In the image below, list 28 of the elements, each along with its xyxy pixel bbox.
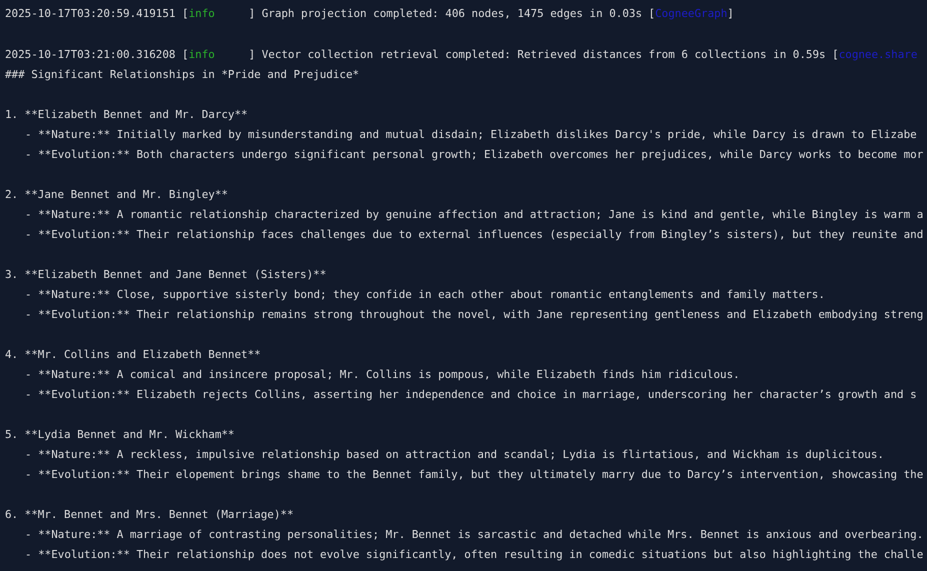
bracket: ] xyxy=(727,6,734,22)
item-title: 2. **Jane Bennet and Mr. Bingley** xyxy=(5,187,229,203)
item-point: - **Nature:** Close, supportive sisterly bond; they confide in each other about romantic entanglements and family matters. xyxy=(24,287,826,303)
log-message: ] Vector collection retrieval completed: Retrieved distances from 6 collections in 0.59s [ xyxy=(248,47,839,63)
item-point: - **Nature:** Initially marked by misunderstanding and mutual disdain; Elizabeth dislikes Darcy's pride, while Darcy is drawn to Elizabe xyxy=(24,127,918,143)
log-level: info xyxy=(188,47,216,63)
item-point: - **Evolution:** Their elopement brings shame to the Bennet family, but they ultimately marry due to Darcy’s intervention, showcasing the xyxy=(24,467,924,483)
item-point: - **Evolution:** Elizabeth rejects Collins, asserting her independence and choice in marriage, underscoring her character’s growth and s xyxy=(24,387,918,403)
logger-name: cognee.share xyxy=(838,47,918,63)
log-timestamp: 2025-10-17T03:21:00.316208 [ xyxy=(5,47,189,63)
item-point: - **Nature:** A reckless, impulsive relationship based on attraction and scandal; Lydia is flirtatious, and Wickham is duplicitous. xyxy=(24,447,885,463)
markdown-heading: ### Significant Relationships in *Pride and Prejudice* xyxy=(5,67,360,83)
item-point: - **Evolution:** Their relationship faces challenges due to external influences (especially from Bingley’s sisters), but they reunite and xyxy=(24,227,924,243)
item-point: - **Nature:** A romantic relationship characterized by genuine affection and attraction; Jane is kind and gentle, while Bingley is warm a xyxy=(24,207,924,223)
log-level: info xyxy=(188,6,216,22)
item-point: - **Evolution:** Both characters undergo significant personal growth; Elizabeth overcomes her prejudices, while Darcy works to become mor xyxy=(24,147,924,163)
item-title: 4. **Mr. Collins and Elizabeth Bennet** xyxy=(5,347,262,363)
item-point: - **Nature:** A marriage of contrasting personalities; Mr. Bennet is sarcastic and detached while Mrs. Bennet is anxious and overbearing. xyxy=(24,527,924,543)
item-title: 3. **Elizabeth Bennet and Jane Bennet (Sisters)** xyxy=(5,267,328,283)
item-title: 5. **Lydia Bennet and Mr. Wickham** xyxy=(5,427,236,443)
item-title: 6. **Mr. Bennet and Mrs. Bennet (Marriage)** xyxy=(5,507,294,523)
logger-name: CogneeGraph xyxy=(655,6,728,22)
item-point: - **Evolution:** Their relationship remains strong throughout the novel, with Jane representing gentleness and Elizabeth embodying streng xyxy=(24,307,924,323)
item-point: - **Nature:** A comical and insincere proposal; Mr. Collins is pompous, while Elizabeth finds him ridiculous. xyxy=(24,367,741,383)
log-timestamp: 2025-10-17T03:20:59.419151 [ xyxy=(5,6,189,22)
log-message: ] Graph projection completed: 406 nodes, 1475 edges in 0.03s [ xyxy=(248,6,656,22)
item-point: - **Evolution:** Their relationship does not evolve significantly, often resulting in comedic situations but also highlighting the challe xyxy=(24,547,924,563)
item-title: 1. **Elizabeth Bennet and Mr. Darcy** xyxy=(5,107,249,123)
